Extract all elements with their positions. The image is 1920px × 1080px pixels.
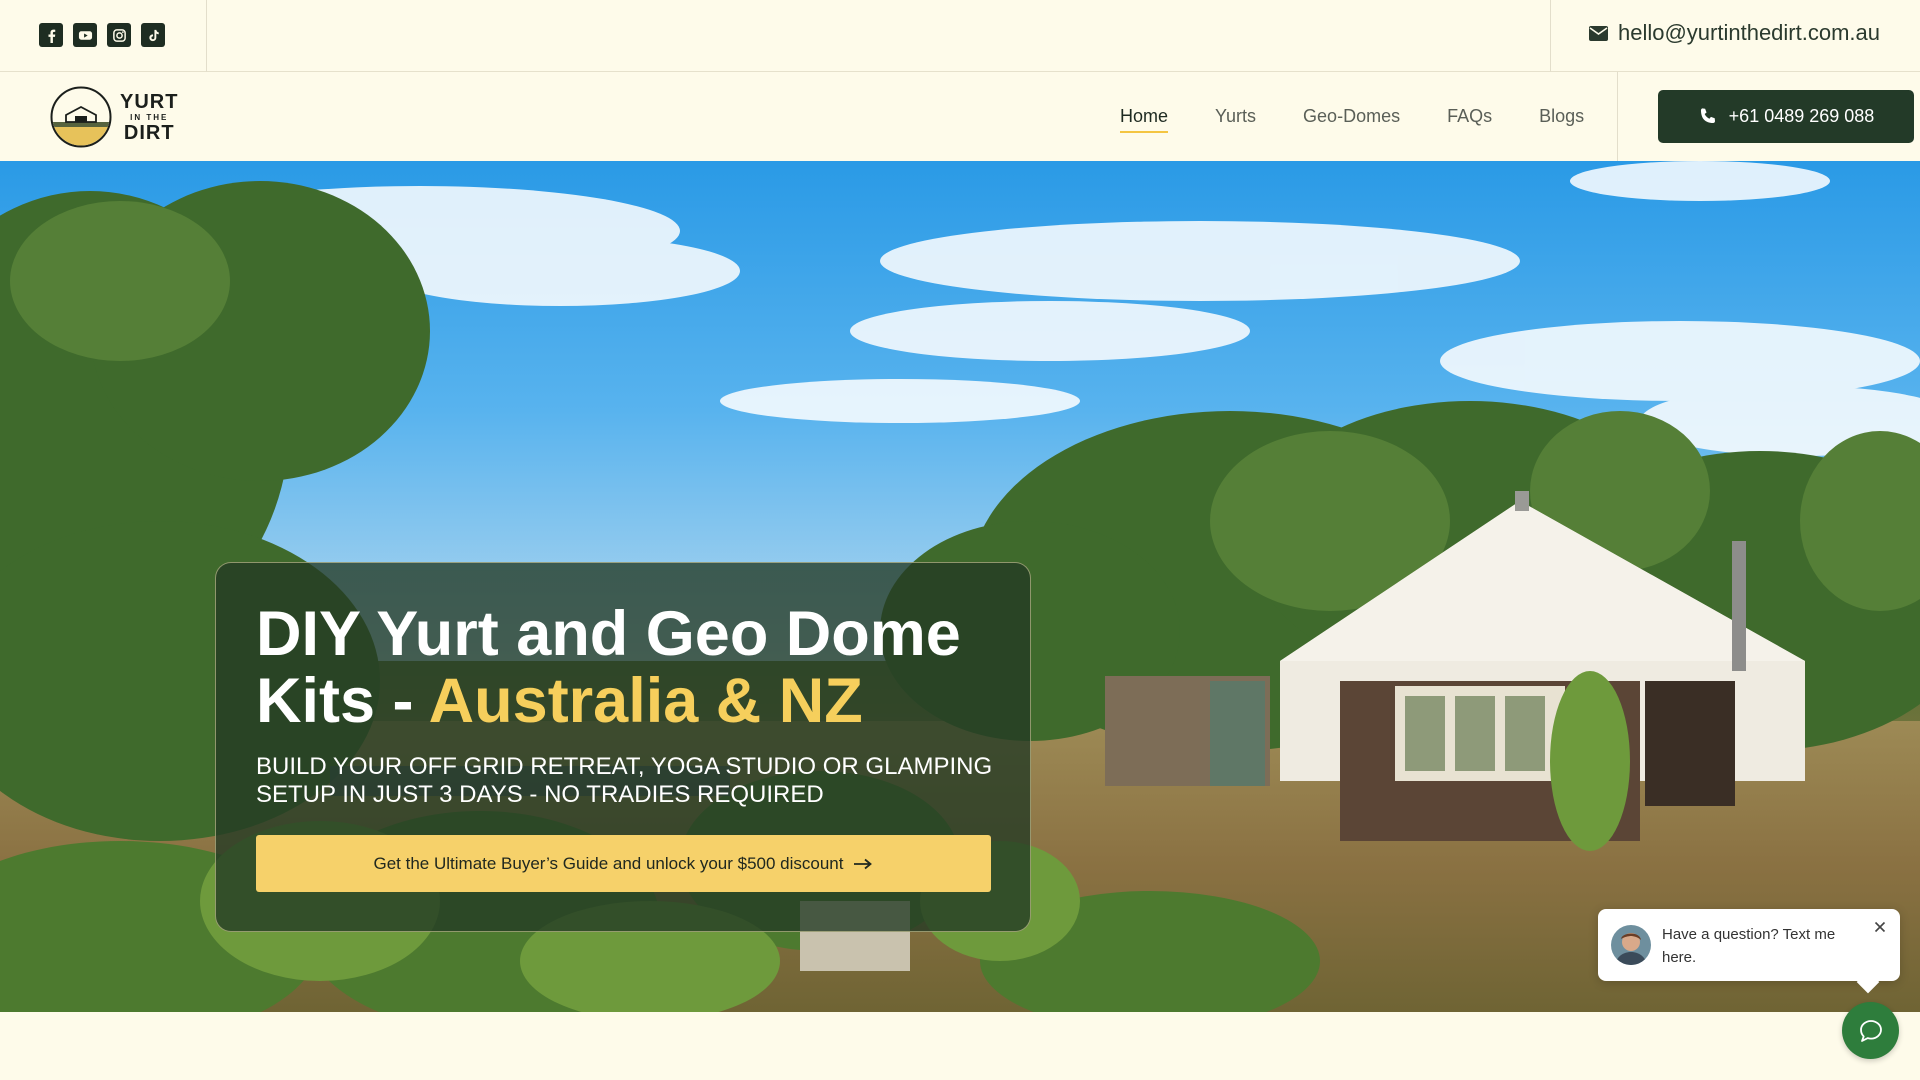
chat-prompt[interactable]: Have a question? Text me here. (1598, 909, 1900, 981)
email-link[interactable]: hello@yurtinthedirt.com.au (1588, 20, 1880, 46)
main-nav: Home Yurts Geo-Domes FAQs Blogs (1120, 106, 1584, 133)
divider (1550, 0, 1551, 72)
logo-line-2: IN THE (130, 112, 169, 122)
nav-item-geo-domes[interactable]: Geo-Domes (1303, 106, 1400, 133)
hero-title-accent: Australia & NZ (428, 666, 863, 736)
nav-item-yurts[interactable]: Yurts (1215, 106, 1256, 133)
envelope-icon (1588, 25, 1608, 41)
hero-section: DIY Yurt and Geo Dome Kits - Australia &… (0, 161, 1920, 1012)
main-header: YURT IN THE DIRT Home Yurts Geo-Domes FA… (0, 72, 1920, 161)
call-button[interactable]: +61 0489 269 088 (1658, 90, 1914, 143)
phone-number: +61 0489 269 088 (1728, 106, 1875, 126)
cta-label: Get the Ultimate Buyer’s Guide and unloc… (373, 853, 844, 873)
nav-item-home[interactable]: Home (1120, 106, 1169, 133)
hero-title: DIY Yurt and Geo Dome Kits - Australia &… (256, 601, 1016, 735)
buyers-guide-button[interactable]: Get the Ultimate Buyer’s Guide and unloc… (256, 835, 991, 892)
youtube-icon[interactable] (73, 23, 97, 47)
hero-panel: DIY Yurt and Geo Dome Kits - Australia &… (215, 562, 1031, 932)
top-bar: hello@yurtinthedirt.com.au (0, 0, 1920, 72)
agent-avatar (1611, 925, 1651, 965)
logo-wordmark: YURT IN THE DIRT (120, 92, 178, 143)
nav-item-blogs[interactable]: Blogs (1539, 106, 1584, 133)
logo-line-3: DIRT (123, 121, 175, 144)
social-links (39, 23, 165, 47)
yurt-logo-icon (50, 86, 112, 148)
close-icon[interactable] (1872, 919, 1888, 935)
facebook-icon[interactable] (39, 23, 63, 47)
chat-open-button[interactable] (1842, 1002, 1899, 1059)
instagram-icon[interactable] (107, 23, 131, 47)
logo[interactable]: YURT IN THE DIRT (50, 86, 178, 148)
divider (206, 0, 207, 72)
email-text: hello@yurtinthedirt.com.au (1617, 20, 1880, 45)
nav-item-faqs[interactable]: FAQs (1447, 106, 1492, 133)
chat-bubble-icon (1859, 1019, 1882, 1042)
chat-message: Have a question? Text me here. (1662, 926, 1836, 966)
arrow-right-icon (854, 858, 873, 869)
hero-subtitle: BUILD YOUR OFF GRID RETREAT, YOGA STUDIO… (256, 753, 993, 808)
divider (1617, 72, 1618, 161)
phone-icon (1700, 108, 1715, 124)
tiktok-icon[interactable] (141, 23, 165, 47)
logo-line-1: YURT (120, 90, 179, 113)
